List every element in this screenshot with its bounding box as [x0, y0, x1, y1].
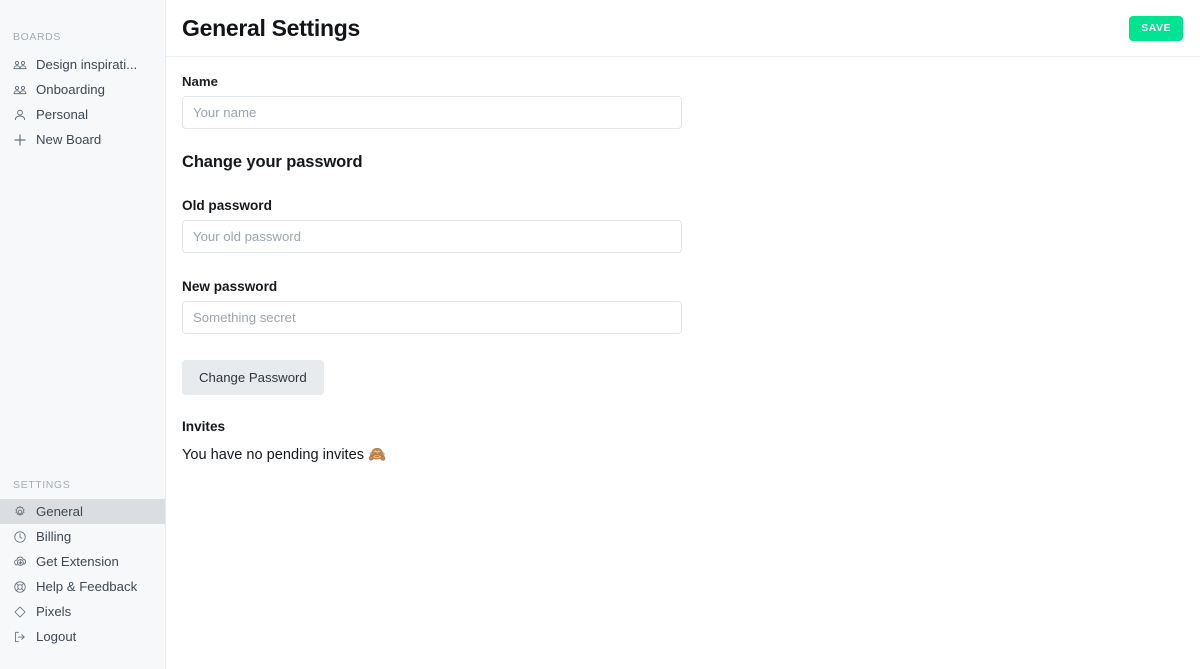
boards-list: Design inspirati... Onboarding Personal … [0, 52, 165, 152]
change-password-button[interactable]: Change Password [182, 360, 324, 396]
sidebar-item-label: General [36, 504, 83, 519]
boards-section-label: BOARDS [13, 31, 61, 43]
sidebar-item-label: Help & Feedback [36, 579, 138, 594]
app-root: BOARDS Design inspirati... Onboarding Pe… [0, 0, 1200, 669]
boards-section: BOARDS Design inspirati... Onboarding Pe… [0, 0, 165, 152]
settings-list: General Billing Get Extension Help & Fee… [0, 499, 165, 649]
sidebar-item-get-extension[interactable]: Get Extension [0, 549, 165, 574]
invites-heading: Invites [182, 419, 226, 435]
logout-icon [12, 629, 28, 645]
page-title: General Settings [182, 14, 360, 41]
help-buoy-icon [12, 579, 28, 595]
clock-icon [12, 529, 28, 545]
sidebar-item-label: Personal [36, 107, 89, 122]
cloud-download-icon [12, 554, 28, 570]
old-password-input[interactable] [182, 220, 682, 253]
sidebar-item-onboarding[interactable]: Onboarding [0, 77, 165, 102]
sidebar-item-pixels[interactable]: Pixels [0, 599, 165, 624]
sidebar-item-billing[interactable]: Billing [0, 524, 165, 549]
main-content: General Settings SAVE Name Change your p… [166, 0, 1200, 669]
user-icon [12, 107, 28, 123]
save-button[interactable]: SAVE [1129, 16, 1183, 41]
sidebar-item-label: New Board [36, 132, 102, 147]
sidebar-item-help-feedback[interactable]: Help & Feedback [0, 574, 165, 599]
page-header: General Settings SAVE [166, 0, 1200, 57]
sidebar-item-general[interactable]: General [0, 499, 165, 524]
invites-message: You have no pending invites 🙈 [182, 445, 1200, 463]
sidebar-item-logout[interactable]: Logout [0, 624, 165, 649]
sidebar-item-label: Pixels [36, 604, 72, 619]
settings-section-label: SETTINGS [13, 479, 71, 491]
sidebar-item-label: Design inspirati... [36, 57, 138, 72]
name-input[interactable] [182, 96, 682, 129]
sidebar-item-design-inspiration[interactable]: Design inspirati... [0, 52, 165, 77]
sidebar-item-new-board[interactable]: New Board [0, 127, 165, 152]
name-label: Name [182, 74, 218, 89]
sidebar: BOARDS Design inspirati... Onboarding Pe… [0, 0, 166, 669]
users-group-icon [12, 82, 28, 98]
sidebar-item-label: Onboarding [36, 82, 105, 97]
new-password-label: New password [182, 279, 278, 294]
settings-form: Name Change your password Old password N… [166, 74, 1200, 463]
users-group-icon [12, 57, 28, 73]
change-password-heading: Change your password [182, 153, 363, 171]
sidebar-item-label: Billing [36, 529, 72, 544]
new-password-input[interactable] [182, 301, 682, 334]
diamond-icon [12, 604, 28, 620]
sidebar-item-label: Get Extension [36, 554, 119, 569]
gear-icon [12, 504, 28, 520]
settings-section: SETTINGS General Billing Get Extension H… [0, 479, 165, 649]
plus-icon [12, 132, 28, 148]
sidebar-item-personal[interactable]: Personal [0, 102, 165, 127]
see-no-evil-monkey-icon: 🙈 [368, 447, 387, 464]
old-password-label: Old password [182, 198, 272, 213]
sidebar-item-label: Logout [36, 629, 77, 644]
invites-message-text: You have no pending invites [182, 447, 365, 464]
